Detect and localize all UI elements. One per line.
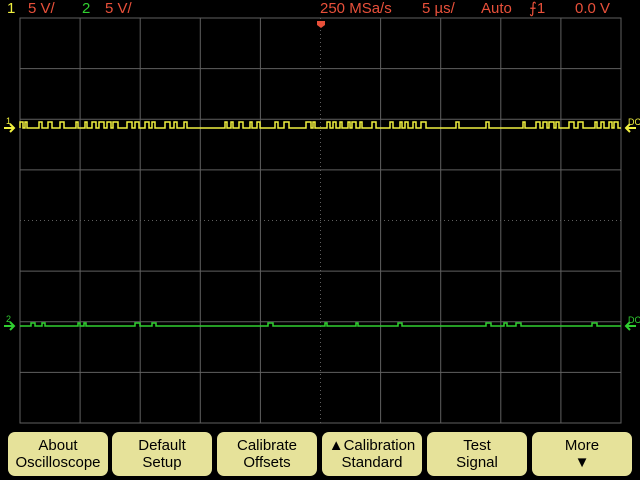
softkey-label: Signal <box>456 454 498 471</box>
chevron-down-icon: ▼ <box>574 454 590 471</box>
ch1-marker-label: 1 <box>6 116 11 126</box>
softkey-label: More <box>564 437 600 454</box>
softkey-label: Calibrate <box>236 437 298 454</box>
trigger-position-marker <box>317 21 325 28</box>
test-signal-button[interactable]: Test Signal <box>427 432 527 476</box>
softkey-label: Setup <box>142 454 182 471</box>
default-setup-button[interactable]: Default Setup <box>112 432 212 476</box>
softkey-label: Oscilloscope <box>15 454 101 471</box>
about-oscilloscope-button[interactable]: About Oscilloscope <box>8 432 108 476</box>
softkey-label: ▲Calibration <box>328 437 416 454</box>
softkey-label: Default <box>138 437 186 454</box>
ch2-coupling: DC <box>628 315 640 325</box>
softkey-label: Test <box>463 437 491 454</box>
waveform-display[interactable]: 1 2 DC DC <box>0 0 640 430</box>
softkey-label: Offsets <box>243 454 291 471</box>
ch1-coupling: DC <box>628 117 640 127</box>
calibrate-offsets-button[interactable]: Calibrate Offsets <box>217 432 317 476</box>
softkey-label: Standard <box>341 454 403 471</box>
more-button[interactable]: More ▼ <box>532 432 632 476</box>
calibration-standard-button[interactable]: ▲Calibration Standard <box>322 432 422 476</box>
ch2-waveform <box>20 322 621 327</box>
softkey-label: About <box>38 437 78 454</box>
ch2-marker-label: 2 <box>6 314 11 324</box>
